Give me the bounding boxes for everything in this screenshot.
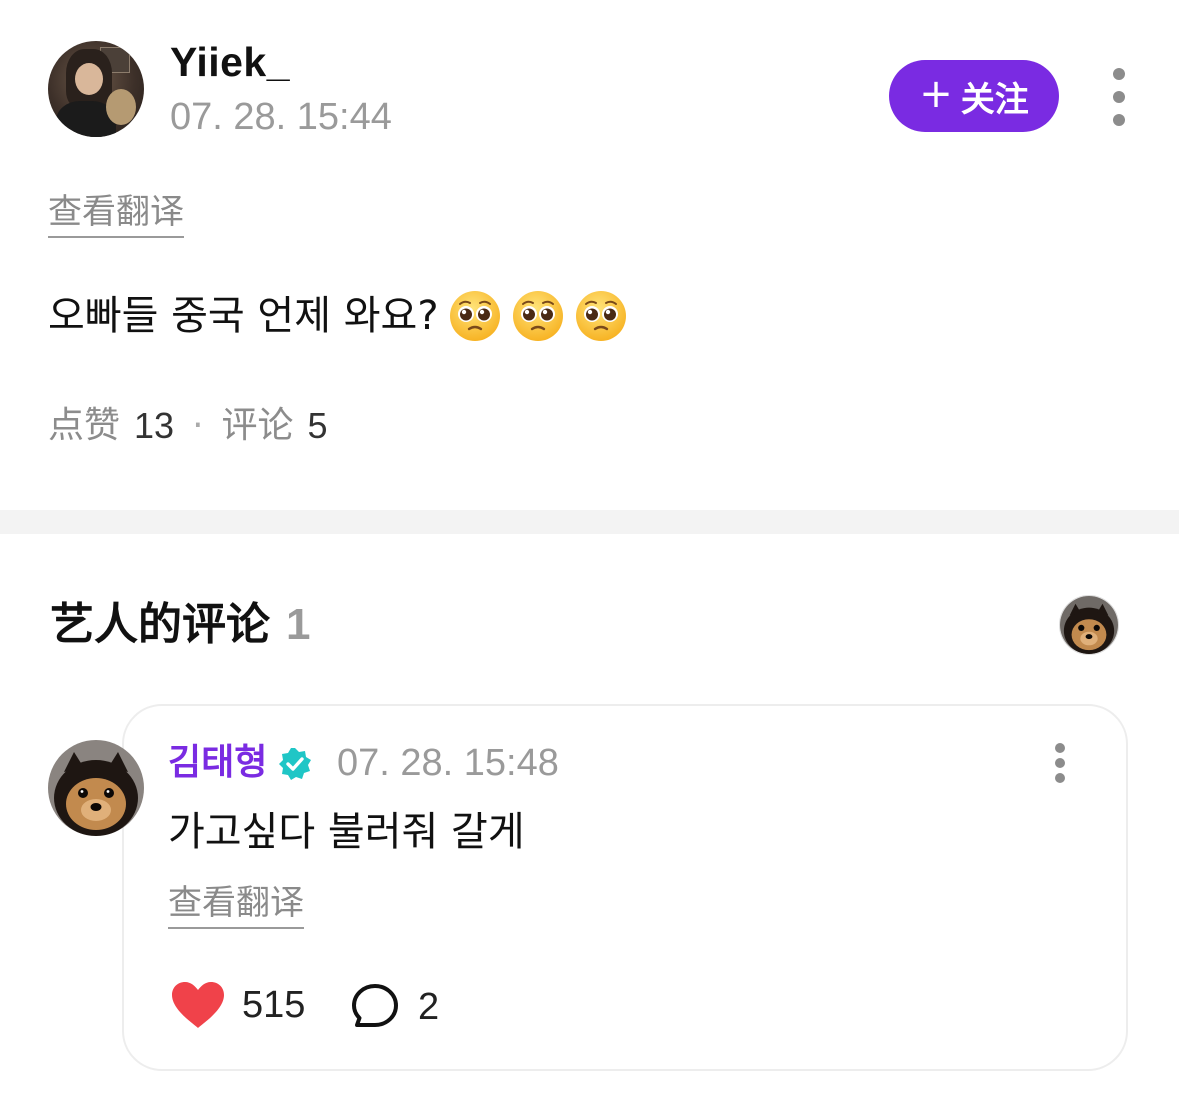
artist-avatar-thumbnail[interactable] [1059,595,1119,655]
author-username[interactable]: Yiiek_ [170,38,290,86]
avatar-dog [106,89,136,125]
commenter-avatar[interactable] [48,740,144,836]
speech-bubble-icon [352,984,398,1027]
follow-button[interactable]: + 关注 [889,60,1059,132]
comment-reply-count: 2 [418,986,440,1028]
post-body: 오빠들 중국 언제 와요? [48,286,628,346]
plus-icon: + [919,71,953,117]
author-avatar[interactable] [48,41,144,137]
pleading-face-icon [448,289,502,343]
comments-count: 5 [307,405,328,446]
artist-comments-label: 艺人的评论 [50,599,270,650]
stats-separator: · [192,405,204,446]
comment-translate-link[interactable]: 查看翻译 [168,883,304,929]
comments-label[interactable]: 评论 [222,402,294,450]
pleading-face-icon [511,289,565,343]
avatar-face [75,63,103,95]
artist-comments-title: 艺人的评论 1 [50,598,310,652]
likes-label[interactable]: 点赞 [48,402,120,450]
post-stats: 点赞 13 · 评论 5 [48,402,328,450]
commenter-name[interactable]: 김태형 [168,740,267,786]
comment-text: 가고싶다 불러줘 갈게 [168,809,525,855]
follow-label: 关注 [960,79,1029,120]
post-text: 오빠들 중국 언제 와요? [48,293,439,339]
likes-count: 13 [134,405,175,446]
comment-more-options-icon[interactable] [1050,743,1070,783]
comment-like-count: 515 [242,984,306,1026]
pleading-face-icon [574,289,628,343]
post-detail-page: Yiiek_ 07. 28. 15:44 + 关注 查看翻译 오빠들 중국 언제… [0,0,1179,1111]
comment-reply-button[interactable]: 2 [350,982,439,1032]
more-options-icon[interactable] [1106,68,1132,126]
verified-badge-icon [279,748,311,780]
section-divider [0,510,1179,534]
heart-icon [172,982,224,1028]
comment-timestamp: 07. 28. 15:48 [337,742,559,784]
post-timestamp: 07. 28. 15:44 [170,96,392,138]
comment-like-button[interactable]: 515 [170,980,305,1030]
artist-comments-count: 1 [286,600,311,649]
post-translate-link[interactable]: 查看翻译 [48,192,184,238]
